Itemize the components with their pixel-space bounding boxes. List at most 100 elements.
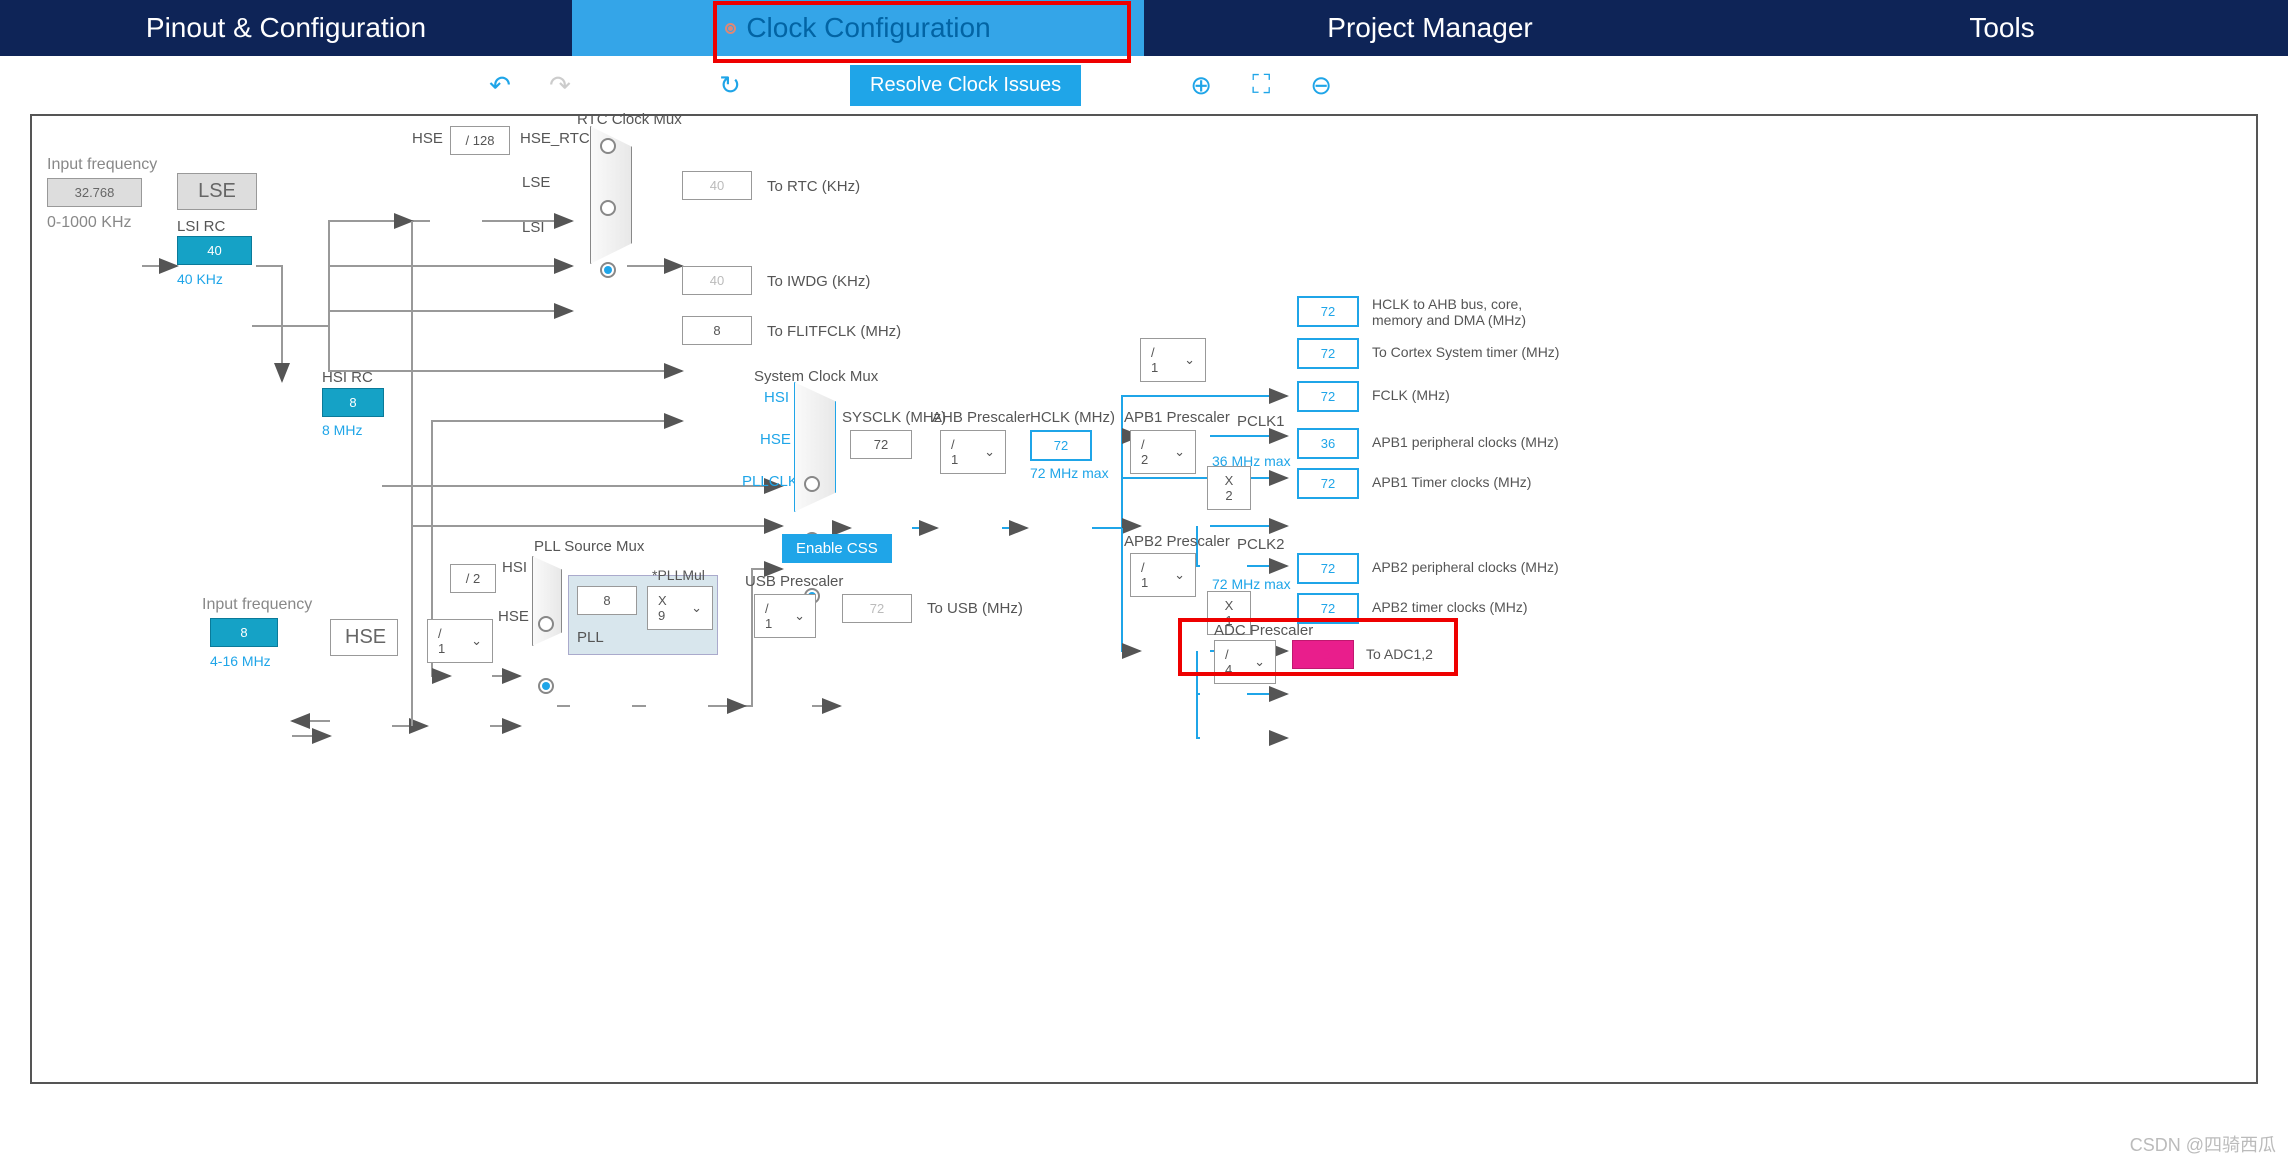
label: PCLK2	[1237, 536, 1285, 553]
dropdown-icon: ⌄	[1174, 346, 1205, 374]
label: System Clock Mux	[754, 368, 878, 385]
label: USB Prescaler	[745, 573, 843, 590]
out-apb2p-value: 72	[1297, 553, 1359, 584]
label: 40 KHz	[177, 271, 223, 287]
label: HCLK (MHz)	[1030, 409, 1115, 426]
out-apb2t-value: 72	[1297, 593, 1359, 624]
pll-value: 8	[577, 586, 637, 615]
resolve-clock-button[interactable]: Resolve Clock Issues	[850, 65, 1081, 106]
tabbar: Pinout & Configuration Clock Configurati…	[0, 0, 2288, 56]
lse-block: LSE	[177, 173, 257, 210]
label: To RTC (KHz)	[767, 178, 860, 195]
label: 8 MHz	[322, 422, 362, 438]
hse-prescaler-value: / 1	[428, 620, 461, 662]
to-rtc-value: 40	[682, 171, 752, 200]
redo-icon: ↷	[540, 70, 580, 101]
label: SYSCLK (MHz)	[842, 409, 946, 426]
label: *PLLMul	[652, 567, 705, 583]
cortex-prescaler[interactable]: / 1 ⌄	[1140, 338, 1206, 382]
system-clock-mux	[794, 382, 836, 512]
label: APB2 timer clocks (MHz)	[1372, 599, 1528, 615]
label: HSE	[760, 431, 791, 448]
sysmux-hsi[interactable]	[804, 476, 820, 492]
label: 72 MHz max	[1030, 465, 1109, 481]
label: AHB Prescaler	[932, 409, 1030, 426]
pll-mux-hsi[interactable]	[538, 616, 554, 632]
pll-div2: / 2	[450, 564, 496, 593]
label: FCLK (MHz)	[1372, 387, 1450, 403]
label: HCLK to AHB bus, core, memory and DMA (M…	[1372, 296, 1542, 328]
hsi-value: 8	[322, 388, 384, 417]
label: APB1 Timer clocks (MHz)	[1372, 474, 1531, 490]
hse-div128: / 128	[450, 126, 510, 155]
out-fclk-value: 72	[1297, 381, 1359, 412]
rtc-mux-hse[interactable]	[600, 138, 616, 154]
dropdown-icon: ⌄	[1164, 561, 1195, 589]
label: PLL	[577, 629, 604, 646]
dropdown-icon: ⌄	[1244, 648, 1275, 676]
out-cortex-value: 72	[1297, 338, 1359, 369]
pllmul-select[interactable]: X 9 ⌄	[647, 586, 713, 630]
label: To IWDG (KHz)	[767, 273, 870, 290]
dropdown-icon: ⌄	[681, 594, 712, 622]
label: LSI	[522, 219, 545, 236]
lsi-value: 40	[177, 236, 252, 265]
apb1-x2: X 2	[1207, 466, 1251, 510]
zoom-in-icon[interactable]: ⊕	[1181, 70, 1221, 101]
zoom-out-icon[interactable]: ⊖	[1301, 70, 1341, 101]
label: APB2 Prescaler	[1124, 533, 1230, 550]
watermark: CSDN @四骑西瓜	[2130, 1131, 2276, 1157]
out-apb1p-value: 36	[1297, 428, 1359, 459]
lse-input[interactable]: 32.768	[47, 178, 142, 207]
label: To ADC1,2	[1366, 646, 1433, 662]
pll-mux	[532, 556, 562, 646]
label: HSE	[498, 608, 529, 625]
rtc-mux-lse[interactable]	[600, 200, 616, 216]
label: HSI	[502, 559, 527, 576]
ahb-prescaler[interactable]: / 1 ⌄	[940, 430, 1006, 474]
enable-css-button[interactable]: Enable CSS	[782, 534, 892, 563]
fit-icon[interactable]: ⛶	[1241, 69, 1281, 101]
clock-canvas: Input frequency 32.768 0-1000 KHz LSE LS…	[30, 114, 2258, 1084]
tab-project[interactable]: Project Manager	[1144, 0, 1716, 56]
pllmul-value: X 9	[648, 587, 681, 629]
out-apb1t-value: 72	[1297, 468, 1359, 499]
apb1-prescaler[interactable]: / 2 ⌄	[1130, 430, 1196, 474]
label: 72 MHz max	[1212, 576, 1291, 592]
label: 0-1000 KHz	[47, 214, 132, 232]
label: ADC Prescaler	[1214, 622, 1313, 639]
label: Input frequency	[202, 596, 312, 614]
rtc-mux-lsi[interactable]	[600, 262, 616, 278]
to-iwdg-value: 40	[682, 266, 752, 295]
dirty-indicator-icon	[725, 23, 736, 34]
label: APB1 peripheral clocks (MHz)	[1372, 434, 1559, 450]
label: HSE_RTC	[520, 130, 590, 147]
label: To Cortex System timer (MHz)	[1372, 344, 1559, 360]
label: APB2 peripheral clocks (MHz)	[1372, 559, 1559, 575]
dropdown-icon: ⌄	[1164, 438, 1195, 466]
tab-tools[interactable]: Tools	[1716, 0, 2288, 56]
hse-block: HSE	[330, 619, 398, 656]
label: 4-16 MHz	[210, 653, 271, 669]
dropdown-icon: ⌄	[974, 438, 1005, 466]
tab-clock[interactable]: Clock Configuration	[572, 0, 1144, 56]
tab-pinout[interactable]: Pinout & Configuration	[0, 0, 572, 56]
pll-mux-hse[interactable]	[538, 678, 554, 694]
label: HSE	[412, 130, 443, 147]
hse-input[interactable]: 8	[210, 618, 278, 647]
label: To FLITFCLK (MHz)	[767, 323, 901, 340]
label: RTC Clock Mux	[577, 111, 682, 128]
label: PCLK1	[1237, 413, 1285, 430]
out-hclk-value: 72	[1297, 296, 1359, 327]
refresh-icon[interactable]: ↻	[710, 70, 750, 101]
undo-icon[interactable]: ↶	[480, 70, 520, 101]
hse-prescaler[interactable]: / 1 ⌄	[427, 619, 493, 663]
label: HSI RC	[322, 369, 373, 386]
hclk-value[interactable]: 72	[1030, 430, 1092, 461]
dropdown-icon: ⌄	[784, 602, 815, 630]
label: LSI RC	[177, 218, 225, 235]
apb2-prescaler[interactable]: / 1 ⌄	[1130, 553, 1196, 597]
usb-prescaler[interactable]: / 1 ⌄	[754, 594, 816, 638]
adc-prescaler[interactable]: / 4 ⌄	[1214, 640, 1276, 684]
label: Input frequency	[47, 156, 157, 174]
